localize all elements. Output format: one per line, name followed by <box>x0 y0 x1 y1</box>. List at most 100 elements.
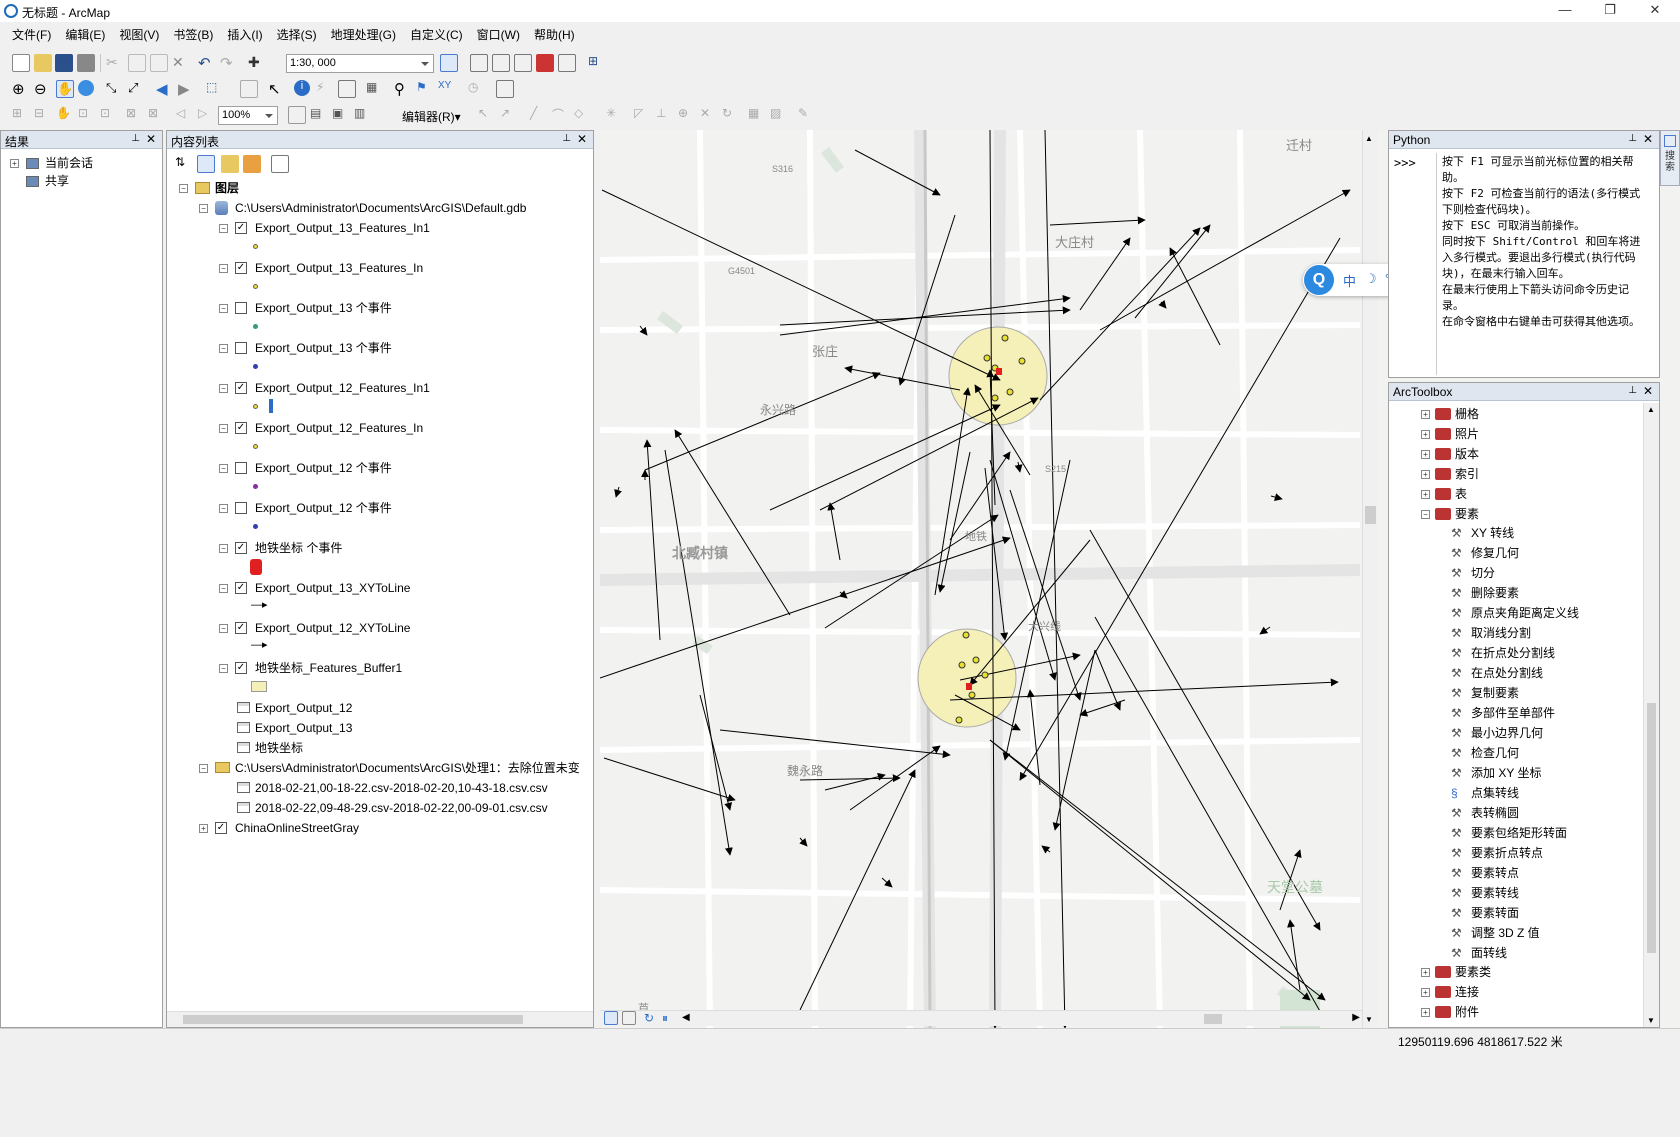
python-window-icon[interactable] <box>558 54 576 72</box>
fixed-zoom-out-icon[interactable]: ⤢ <box>128 80 146 98</box>
ime-halfwidth-icon[interactable]: ☽ <box>1365 271 1377 287</box>
rotate-icon[interactable]: ↻ <box>722 106 740 124</box>
layout-view-icon[interactable] <box>622 1011 636 1025</box>
map-scale-combo[interactable]: 1:30, 000 <box>286 54 434 73</box>
pause-drawing-icon[interactable]: ⏸ <box>662 1011 676 1025</box>
toc-gdb-path[interactable]: C:\Users\Administrator\Documents\ArcGIS\… <box>235 199 526 217</box>
toolset-item[interactable]: 栅格 <box>1455 405 1479 423</box>
focus-data-frame-icon[interactable]: ▤ <box>310 106 328 124</box>
reshape-icon[interactable]: ⊥ <box>656 106 674 124</box>
toggle-draft-icon[interactable] <box>288 106 306 124</box>
python-command-input[interactable]: >>> <box>1391 153 1437 375</box>
scroll-right-icon[interactable]: ▶ <box>1352 1012 1360 1023</box>
collapse-icon[interactable]: − <box>219 424 228 433</box>
toolset-item[interactable]: 照片 <box>1455 425 1479 443</box>
layer-visibility-checkbox[interactable]: ✓ <box>235 622 247 634</box>
toc-layer-name[interactable]: Export_Output_12 个事件 <box>255 459 392 477</box>
panel-close-icon[interactable]: ✕ <box>146 132 156 146</box>
data-driven-pages-icon[interactable]: ▥ <box>354 106 372 124</box>
layer-visibility-checkbox[interactable] <box>235 342 247 354</box>
list-by-drawing-order-icon[interactable]: ⇅ <box>175 155 193 173</box>
subway-station-marker[interactable] <box>966 683 972 690</box>
toolbox-vertical-scrollbar[interactable]: ▲ ▼ <box>1643 403 1659 1027</box>
forward-arrow-icon[interactable]: ▶ <box>178 80 196 98</box>
viewer-window-icon[interactable] <box>496 80 514 98</box>
results-current-session[interactable]: 当前会话 <box>45 154 93 172</box>
menu-geoprocessing[interactable]: 地理处理(G) <box>324 22 403 47</box>
edit-annotation-icon[interactable]: ↗ <box>500 106 518 124</box>
toc-table-name[interactable]: 地铁坐标 <box>255 739 303 757</box>
toc-csv-file[interactable]: 2018-02-21,00-18-22.csv-2018-02-20,10-43… <box>255 779 548 797</box>
editor-menu-button[interactable]: 编辑器(R)▾ <box>402 108 461 125</box>
collapse-icon[interactable]: − <box>219 504 228 513</box>
cut-polygons-icon[interactable]: ⊕ <box>678 106 696 124</box>
editor-toolbar-icon[interactable] <box>440 54 458 72</box>
tool-item[interactable]: XY 转线 <box>1471 524 1514 542</box>
layout-zoom-in-icon[interactable]: ⊞ <box>12 106 30 124</box>
print-icon[interactable] <box>77 54 95 72</box>
toolset-item[interactable]: 要素 <box>1455 505 1479 523</box>
copy-icon[interactable] <box>128 54 146 72</box>
pin-icon[interactable]: ⊥ <box>131 133 140 144</box>
select-elements-icon[interactable]: ↖ <box>268 80 286 98</box>
tool-item[interactable]: 原点夹角距离定义线 <box>1471 604 1579 622</box>
pin-icon[interactable]: ⊥ <box>1628 133 1637 144</box>
collapse-icon[interactable]: − <box>219 264 228 273</box>
layout-back-icon[interactable]: ◁ <box>176 106 194 124</box>
layer-visibility-checkbox[interactable]: ✓ <box>235 422 247 434</box>
scroll-thumb[interactable] <box>1647 703 1656 953</box>
tool-item[interactable]: 要素折点转点 <box>1471 844 1543 862</box>
sketch-properties-icon[interactable]: ▨ <box>770 106 788 124</box>
expand-icon[interactable]: + <box>199 824 208 833</box>
layout-pan-icon[interactable]: ✋ <box>56 106 74 124</box>
toc-window-icon[interactable] <box>470 54 488 72</box>
minimize-button[interactable]: — <box>1542 0 1588 22</box>
results-shared[interactable]: 共享 <box>45 172 69 190</box>
toc-layer-name[interactable]: Export_Output_12_Features_In <box>255 419 423 437</box>
menu-windows[interactable]: 窗口(W) <box>470 22 527 47</box>
layer-visibility-checkbox[interactable]: ✓ <box>215 822 227 834</box>
menu-selection[interactable]: 选择(S) <box>270 22 324 47</box>
undo-icon[interactable]: ↶ <box>198 54 216 72</box>
toc-layer-name[interactable]: Export_Output_13_Features_In <box>255 259 423 277</box>
refresh-icon[interactable]: ↻ <box>644 1011 658 1025</box>
model-builder-icon[interactable]: ⊞ <box>588 54 606 72</box>
clear-selection-icon[interactable] <box>240 80 258 98</box>
time-slider-icon[interactable]: ◷ <box>468 80 486 98</box>
create-features-icon[interactable]: ✎ <box>798 106 816 124</box>
pan-hand-icon[interactable]: ✋ <box>56 80 74 98</box>
expand-icon[interactable]: + <box>1421 450 1430 459</box>
toc-layer-name[interactable]: Export_Output_13 个事件 <box>255 339 392 357</box>
menu-help[interactable]: 帮助(H) <box>527 22 582 47</box>
toolset-item[interactable]: 连接 <box>1455 983 1479 1001</box>
tool-item[interactable]: 在点处分割线 <box>1471 664 1543 682</box>
layout-forward-icon[interactable]: ▷ <box>198 106 216 124</box>
menu-customize[interactable]: 自定义(C) <box>403 22 470 47</box>
identify-icon[interactable]: i <box>294 80 310 96</box>
edit-vertices-icon[interactable]: ◸ <box>634 106 652 124</box>
catalog-window-icon[interactable] <box>492 54 510 72</box>
collapse-icon[interactable]: − <box>219 464 228 473</box>
collapse-icon[interactable]: − <box>199 204 208 213</box>
scroll-left-icon[interactable]: ◀ <box>682 1012 690 1023</box>
ime-chinese-mode[interactable]: 中 <box>1343 271 1356 290</box>
arrow-stubs[interactable] <box>614 299 1283 888</box>
buffer-polygon[interactable] <box>948 326 1048 426</box>
attributes-icon[interactable]: ▦ <box>748 106 766 124</box>
expand-icon[interactable]: + <box>1421 988 1430 997</box>
panel-close-icon[interactable]: ✕ <box>1643 132 1653 146</box>
layer-visibility-checkbox[interactable]: ✓ <box>235 382 247 394</box>
new-document-icon[interactable] <box>12 54 30 72</box>
toolset-item[interactable]: 版本 <box>1455 445 1479 463</box>
scroll-up-icon[interactable]: ▲ <box>1647 405 1655 414</box>
collapse-icon[interactable]: − <box>219 624 228 633</box>
toc-horizontal-scrollbar[interactable] <box>167 1011 593 1027</box>
expand-icon[interactable]: + <box>1421 968 1430 977</box>
subway-station-marker[interactable] <box>996 368 1002 375</box>
tool-item[interactable]: 要素包络矩形转面 <box>1471 824 1567 842</box>
layout-100-icon[interactable]: ⊡ <box>100 106 118 124</box>
collapse-icon[interactable]: − <box>219 344 228 353</box>
collapse-icon[interactable]: − <box>219 664 228 673</box>
tool-item[interactable]: 要素转点 <box>1471 864 1519 882</box>
scroll-thumb[interactable] <box>1204 1014 1222 1024</box>
